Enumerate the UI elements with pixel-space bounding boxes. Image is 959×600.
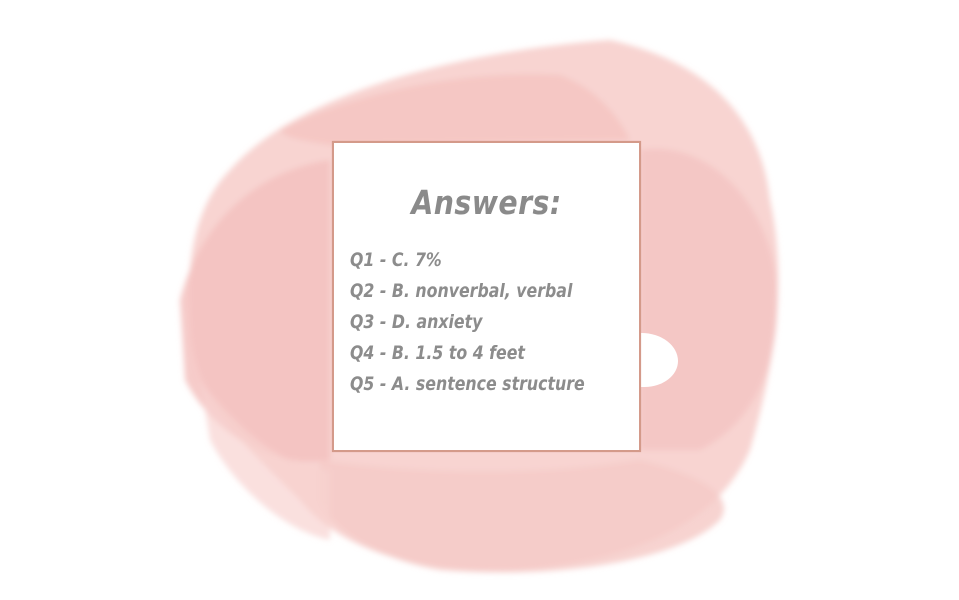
answer-item-q3: Q3 - D. anxiety xyxy=(350,311,483,333)
answer-item-q4: Q4 - B. 1.5 to 4 feet xyxy=(350,342,525,364)
answers-list: Q1 - C. 7% Q2 - B. nonverbal, verbal Q3 … xyxy=(350,245,633,400)
answer-item-q1: Q1 - C. 7% xyxy=(350,249,442,271)
answer-item-q2: Q2 - B. nonverbal, verbal xyxy=(350,280,573,302)
brush-stroke-bottom xyxy=(320,460,724,573)
answer-item-q5: Q5 - A. sentence structure xyxy=(350,373,585,395)
brush-stroke-top xyxy=(280,74,630,145)
answers-title: Answers: xyxy=(411,183,562,222)
answers-frame: Answers: Q1 - C. 7% Q2 - B. nonverbal, v… xyxy=(332,141,641,452)
brush-stroke-left xyxy=(180,160,330,462)
